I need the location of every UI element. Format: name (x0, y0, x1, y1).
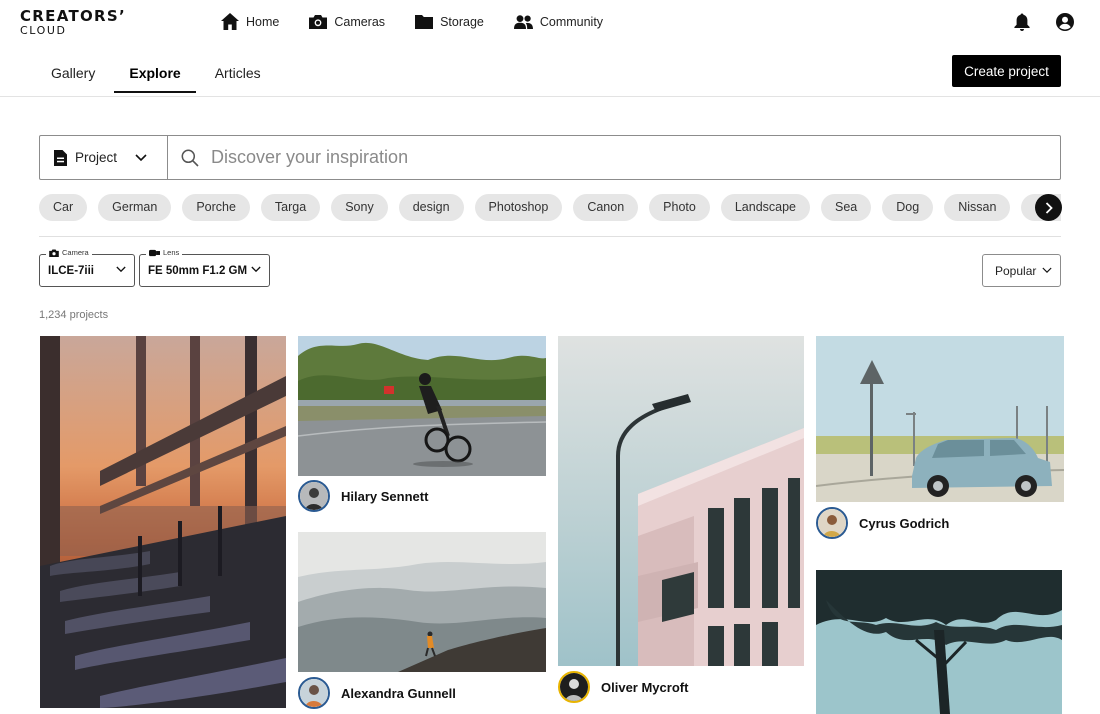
nav-storage[interactable]: Storage (415, 14, 484, 29)
search-icon (181, 149, 199, 167)
chevron-down-icon (251, 266, 261, 273)
account-icon (1056, 13, 1074, 31)
camera-filter-legend: Camera (46, 248, 92, 257)
lens-filter-legend: Lens (146, 248, 183, 257)
tag-chip[interactable]: Sony (331, 194, 388, 221)
project-tile-tree[interactable] (816, 570, 1062, 714)
author-hilary-sennett[interactable]: Hilary Sennett (298, 480, 428, 512)
author-alexandra-gunnell[interactable]: Alexandra Gunnell (298, 677, 456, 709)
notifications-button[interactable] (1014, 13, 1030, 31)
lens-filter-select[interactable]: Lens FE 50mm F1.2 GM (139, 248, 270, 287)
tab-explore[interactable]: Explore (114, 55, 197, 93)
author-name: Cyrus Godrich (859, 515, 950, 531)
tag-chip[interactable]: Porche (182, 194, 250, 221)
project-tile-seats[interactable] (40, 336, 286, 708)
seats-sunset-photo (40, 336, 286, 708)
sort-select[interactable]: Popular (982, 254, 1061, 287)
avatar-image (300, 679, 328, 707)
camera-icon (309, 15, 328, 29)
classic-car-photo (816, 336, 1064, 502)
search-input[interactable] (211, 147, 1011, 168)
tag-chip[interactable]: Targa (260, 194, 321, 221)
lens-small-icon (149, 249, 160, 256)
document-icon (54, 149, 67, 166)
nav-cameras[interactable]: Cameras (309, 14, 385, 29)
community-icon (513, 14, 533, 29)
avatar (298, 677, 330, 709)
tag-chip[interactable]: Photo (649, 194, 710, 221)
chevron-down-icon (135, 153, 147, 161)
author-oliver-mycroft[interactable]: Oliver Mycroft (558, 671, 688, 703)
header-actions (988, 13, 1074, 31)
tag-chip[interactable]: design (398, 194, 464, 221)
avatar (298, 480, 330, 512)
cyclist-photo (298, 336, 546, 476)
nav-community[interactable]: Community (513, 14, 604, 29)
home-icon (221, 13, 239, 30)
filter-divider (39, 236, 1061, 237)
author-name: Hilary Sennett (341, 488, 429, 504)
tag-chip[interactable]: German (98, 194, 172, 221)
nav-community-label: Community (539, 14, 604, 29)
account-button[interactable] (1056, 13, 1074, 31)
lens-filter-legend-label: Lens (163, 248, 180, 257)
search-type-label: Project (75, 150, 118, 165)
section-tabs: Gallery Explore Articles (36, 55, 280, 93)
tag-chip[interactable]: Canon (573, 194, 639, 221)
search-icon-wrap (181, 149, 199, 167)
project-tile-cyclist[interactable] (298, 336, 546, 476)
tab-articles[interactable]: Articles (200, 55, 276, 93)
pink-building-photo (558, 336, 804, 666)
avatar-image (560, 673, 588, 701)
tag-chips: Car German Porche Targa Sony design Photoshop C… (39, 194, 1061, 221)
sort-select-value: Popular (995, 263, 1037, 278)
create-project-button[interactable]: Create project (952, 55, 1061, 87)
nav-storage-label: Storage (440, 14, 484, 29)
tag-chip[interactable]: Landscape (720, 194, 811, 221)
top-navigation: Home Cameras Storage Community (221, 13, 633, 30)
avatar-image (818, 509, 846, 537)
project-tile-building[interactable] (558, 336, 804, 666)
project-tile-mountain[interactable] (298, 532, 546, 672)
nav-home-label: Home (246, 14, 280, 29)
search-bar: Project (39, 135, 1061, 180)
nav-home[interactable]: Home (221, 13, 279, 30)
project-tile-car[interactable] (816, 336, 1064, 502)
tag-chip[interactable]: Car (39, 194, 88, 221)
brand-logo-line1: CREATORS’ (20, 7, 126, 25)
chevron-down-icon (116, 266, 126, 273)
author-name: Oliver Mycroft (601, 679, 689, 695)
camera-filter-select[interactable]: Camera ILCE-7iii (39, 248, 135, 287)
brand-logo-line2: CLOUD (20, 24, 67, 37)
camera-small-icon (49, 249, 59, 257)
project-count: 1,234 projects (39, 309, 109, 321)
header-divider (0, 96, 1100, 97)
chips-scroll-next-button[interactable] (1035, 194, 1062, 221)
brand-logo[interactable]: CREATORS’ CLOUD (20, 7, 126, 38)
tag-chips-row: Car German Porche Targa Sony design Photoshop C… (39, 194, 1061, 221)
camera-filter-legend-label: Camera (62, 248, 89, 257)
nav-cameras-label: Cameras (334, 14, 386, 29)
tag-chip[interactable]: Photoshop (474, 194, 563, 221)
lens-filter-value: FE 50mm F1.2 GM (148, 264, 248, 277)
mountain-hiker-photo (298, 532, 546, 672)
avatar (816, 507, 848, 539)
chevron-right-icon (1045, 201, 1053, 214)
author-name: Alexandra Gunnell (341, 685, 456, 701)
bell-icon (1014, 13, 1030, 31)
folder-icon (415, 14, 434, 29)
search-type-dropdown[interactable]: Project (40, 136, 168, 179)
chevron-down-icon (1042, 267, 1052, 274)
tag-chip[interactable]: Sea (821, 194, 872, 221)
author-cyrus-godrich[interactable]: Cyrus Godrich (816, 507, 949, 539)
tag-chip[interactable]: Dog (882, 194, 934, 221)
tree-silhouette-photo (816, 570, 1062, 714)
camera-filter-value: ILCE-7iii (48, 264, 95, 277)
avatar-image (300, 482, 328, 510)
tag-chip[interactable]: Nissan (944, 194, 1011, 221)
avatar (558, 671, 590, 703)
tab-gallery[interactable]: Gallery (36, 55, 110, 93)
